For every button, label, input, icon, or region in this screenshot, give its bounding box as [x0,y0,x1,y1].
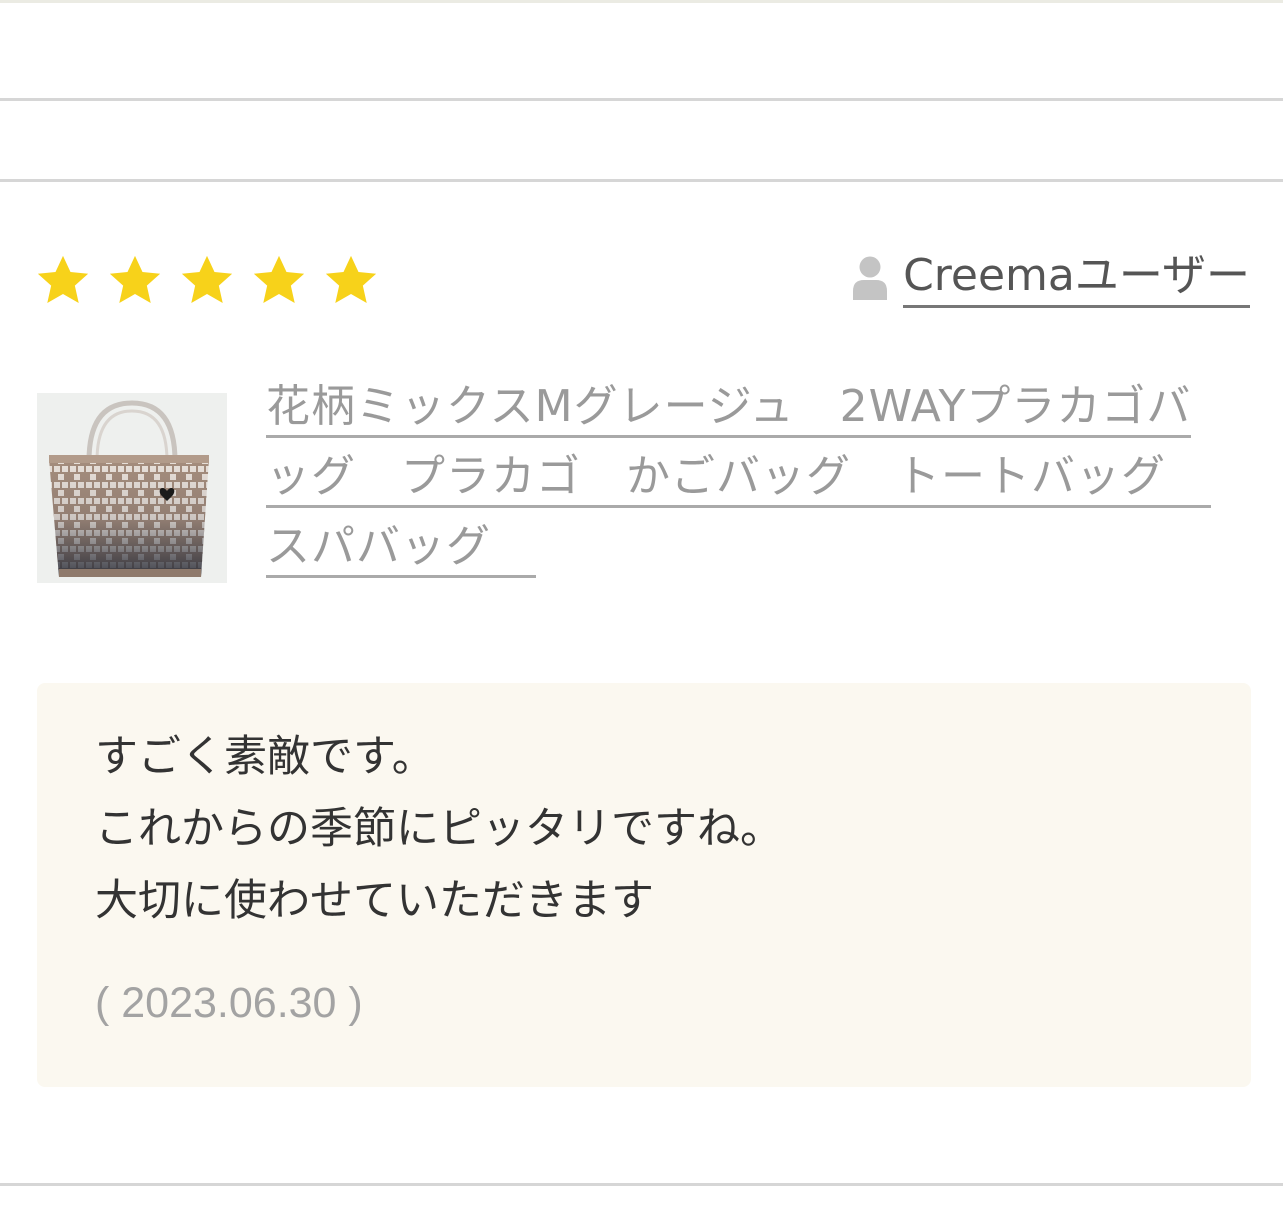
star-icon [250,252,308,310]
star-icon [178,252,236,310]
review-date: ( 2023.06.30 ) [95,979,363,1027]
divider [0,98,1283,101]
star-icon [322,252,380,310]
product-title-link[interactable]: 花柄ミックスMグレージュ 2WAYプラカゴバッグ プラカゴ かごバッグ トートバ… [266,372,1231,582]
user-silhouette-icon [851,255,889,301]
review-comment-line: これからの季節にピッタリですね。 [95,804,783,854]
divider [0,1183,1283,1186]
review-comment-line: すごく素敵です。 [95,732,435,782]
reviewer-name-link[interactable]: Creemaユーザー [903,248,1250,308]
review-comment-box: すごく素敵です。 これからの季節にピッタリですね。 大切に使わせていただきます … [37,683,1251,1087]
reviewer: Creemaユーザー [851,248,1250,308]
star-icon [106,252,164,310]
star-rating [34,252,394,310]
review-comment-line: 大切に使わせていただきます [95,876,654,926]
star-icon [34,252,92,310]
top-edge-line [0,0,1283,3]
divider [0,179,1283,182]
product-title-text: 花柄ミックスMグレージュ 2WAYプラカゴバッグ プラカゴ かごバッグ トートバ… [266,381,1211,578]
product-thumbnail[interactable] [37,393,227,583]
